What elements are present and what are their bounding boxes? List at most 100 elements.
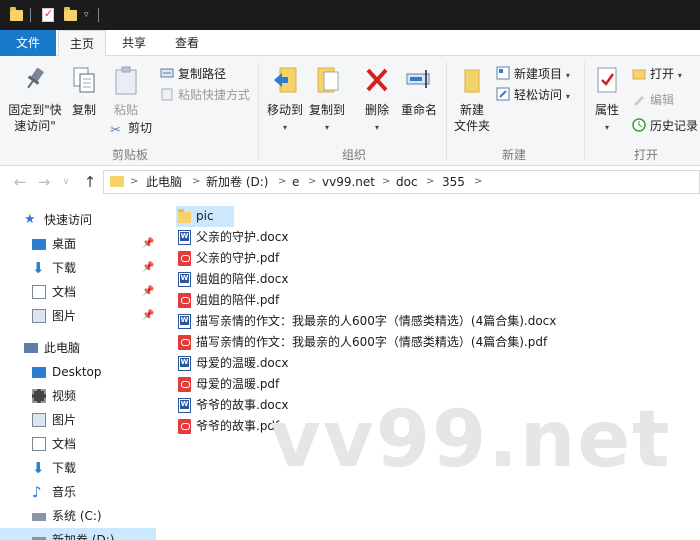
nav-label: 视频 <box>52 389 77 403</box>
nav-item-documents-pc[interactable]: 文档 <box>0 432 156 456</box>
group-label-new: 新建 <box>501 148 526 162</box>
chevron-right-icon[interactable]: > <box>278 171 286 193</box>
nav-label: 图片 <box>52 309 77 323</box>
word-document-icon <box>178 356 191 371</box>
breadcrumb-e[interactable]: e <box>292 171 299 193</box>
word-document-icon <box>178 272 191 287</box>
download-arrow-icon: ⬇ <box>32 459 45 477</box>
paste-button[interactable]: 粘贴 <box>106 62 146 118</box>
chevron-down-icon: ▾ <box>565 71 570 80</box>
music-note-icon: ♪ <box>32 483 42 501</box>
chevron-right-icon[interactable]: > <box>426 171 434 193</box>
forward-arrow-icon[interactable]: → <box>34 172 54 192</box>
chevron-right-icon[interactable]: > <box>308 171 316 193</box>
tab-home[interactable]: 主页 <box>58 30 106 57</box>
history-icon <box>632 118 646 132</box>
nav-label: Desktop <box>52 365 102 379</box>
nav-item-downloads[interactable]: ⬇ 下载 📌 <box>0 256 156 280</box>
tab-file[interactable]: 文件 <box>0 30 56 56</box>
nav-item-drive-c[interactable]: 系统 (C:) <box>0 504 156 528</box>
toolbar-separator <box>30 8 31 22</box>
cut-button[interactable]: ✂ 剪切 <box>110 118 152 138</box>
nav-item-desktop-pc[interactable]: Desktop <box>0 360 156 384</box>
copy-button[interactable]: 复制 <box>66 62 102 118</box>
ribbon-divider <box>584 62 585 160</box>
edit-button[interactable]: 编辑 <box>632 90 674 110</box>
file-name: 爷爷的故事.docx <box>196 398 289 412</box>
nav-label: 系统 (C:) <box>52 509 102 523</box>
chevron-right-icon[interactable]: > <box>382 171 390 193</box>
address-bar[interactable]: > 此电脑 > 新加卷 (D:) > e > vv99.net > doc > … <box>103 170 700 194</box>
pdf-icon <box>178 335 191 350</box>
nav-item-drive-d[interactable]: 新加卷 (D:) <box>0 528 156 540</box>
rename-button[interactable]: 重命名 <box>398 62 440 118</box>
new-folder-icon[interactable] <box>64 7 77 21</box>
recent-locations-chevron-icon[interactable]: ∨ <box>56 172 76 192</box>
file-name: 描写亲情的作文：我最亲的人600字（情感类精选）(4篇合集).pdf <box>196 335 548 349</box>
nav-item-videos[interactable]: 视频 <box>0 384 156 408</box>
pin-icon[interactable]: 📌 <box>142 280 154 304</box>
paste-shortcut-icon <box>160 87 174 101</box>
nav-label: 图片 <box>52 413 77 427</box>
nav-item-desktop[interactable]: 桌面 📌 <box>0 232 156 256</box>
nav-item-downloads-pc[interactable]: ⬇ 下载 <box>0 456 156 480</box>
ribbon-divider <box>446 62 447 160</box>
copy-to-button[interactable]: 复制到 ▾ <box>306 62 348 136</box>
back-arrow-icon[interactable]: ← <box>10 172 30 192</box>
copy-path-button[interactable]: 复制路径 <box>160 64 226 84</box>
chevron-right-icon[interactable]: > <box>192 171 200 193</box>
breadcrumb-355[interactable]: 355 <box>442 171 465 193</box>
up-arrow-icon[interactable]: ↑ <box>80 172 100 192</box>
chevron-right-icon[interactable]: > <box>130 171 138 193</box>
nav-this-pc[interactable]: 此电脑 <box>0 336 156 360</box>
chevron-right-icon[interactable]: > <box>474 171 482 193</box>
easy-access-button[interactable]: 轻松访问 ▾ <box>496 85 570 105</box>
breadcrumb-drive-d[interactable]: 新加卷 (D:) <box>206 171 268 193</box>
pin-icon[interactable]: 📌 <box>142 232 154 256</box>
nav-label: 文档 <box>52 437 77 451</box>
paste-shortcut-label: 粘贴快捷方式 <box>178 88 251 102</box>
copy-to-icon <box>312 62 342 98</box>
history-button[interactable]: 历史记录 <box>632 116 698 136</box>
scissors-icon: ✂ <box>110 123 121 138</box>
new-item-button[interactable]: 新建项目 ▾ <box>496 64 570 84</box>
open-label: 打开 <box>650 67 675 81</box>
pin-to-quick-access-button[interactable]: 固定到"快 速访问" <box>4 62 66 134</box>
tab-view[interactable]: 查看 <box>162 30 212 56</box>
paste-shortcut-button[interactable]: 粘贴快捷方式 <box>160 85 250 105</box>
delete-button[interactable]: 删除 ▾ <box>360 62 394 136</box>
pin-icon[interactable]: 📌 <box>142 256 154 280</box>
open-icon <box>632 66 646 80</box>
copy-icon <box>70 62 98 98</box>
nav-item-pictures-pc[interactable]: 图片 <box>0 408 156 432</box>
new-folder-button[interactable]: 新建 文件夹 <box>452 62 492 134</box>
new-folder-label: 文件夹 <box>453 119 490 133</box>
breadcrumb-this-pc[interactable]: 此电脑 <box>146 171 182 193</box>
desktop-icon <box>32 239 46 250</box>
new-folder-label: 新建 <box>459 103 484 117</box>
list-item-folder[interactable]: pic <box>176 206 234 227</box>
nav-item-pictures[interactable]: 图片 📌 <box>0 304 156 328</box>
breadcrumb-vv99[interactable]: vv99.net <box>322 171 375 193</box>
pin-icon <box>23 62 47 98</box>
nav-label: 快速访问 <box>44 213 93 227</box>
folder-icon <box>110 176 124 187</box>
nav-label: 音乐 <box>52 485 77 499</box>
properties-icon[interactable] <box>42 7 54 22</box>
nav-quick-access[interactable]: ★ 快速访问 <box>0 208 156 232</box>
file-name: 父亲的守护.pdf <box>196 251 280 265</box>
file-name: 母爱的温暖.docx <box>196 356 289 370</box>
open-button[interactable]: 打开 ▾ <box>632 64 682 84</box>
tab-share[interactable]: 共享 <box>110 30 158 56</box>
breadcrumb-doc[interactable]: doc <box>396 171 418 193</box>
folder-icon <box>10 7 23 21</box>
nav-item-documents[interactable]: 文档 📌 <box>0 280 156 304</box>
properties-button[interactable]: 属性 ▾ <box>590 62 624 136</box>
video-icon <box>32 389 46 403</box>
nav-item-music[interactable]: ♪ 音乐 <box>0 480 156 504</box>
ribbon-tabs: 文件 主页 共享 查看 <box>0 30 700 57</box>
move-to-button[interactable]: 移动到 ▾ <box>264 62 306 136</box>
pin-icon[interactable]: 📌 <box>142 304 154 328</box>
pin-label: 固定到"快 <box>8 103 62 117</box>
chevron-down-icon[interactable]: ▿ <box>84 10 89 26</box>
